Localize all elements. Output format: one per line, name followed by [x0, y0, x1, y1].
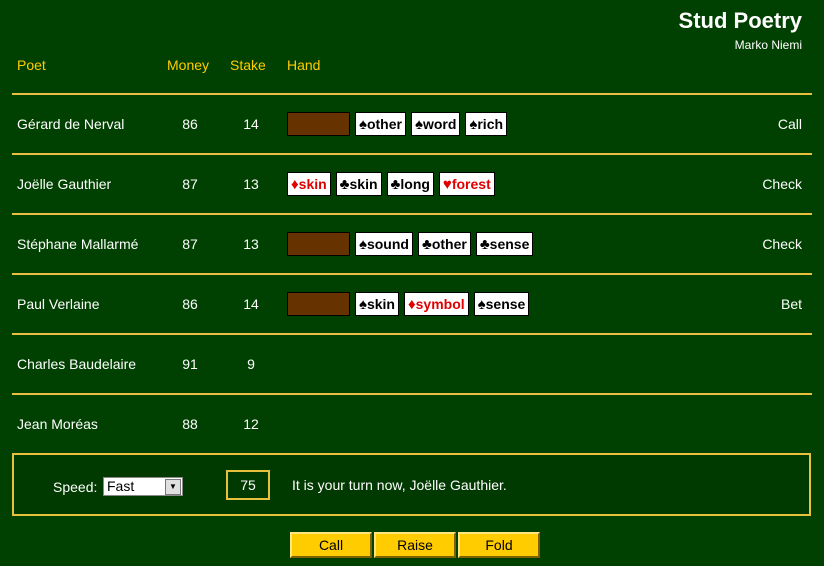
- face-down-card: [287, 292, 350, 316]
- face-down-card: [287, 112, 350, 136]
- chevron-down-icon[interactable]: ▼: [165, 479, 181, 495]
- card-word: skin: [298, 176, 327, 192]
- player-hand: ♠skin ♦symbol ♠sense: [287, 292, 530, 316]
- player-stake: 9: [247, 356, 255, 372]
- suit-icon: ♠: [414, 116, 423, 133]
- player-money: 88: [182, 416, 198, 432]
- suit-icon: ♠: [477, 296, 486, 313]
- player-action: Bet: [780, 296, 802, 312]
- suit-icon: ♣: [479, 236, 490, 253]
- player-action: Call: [777, 116, 802, 132]
- player-name: Joëlle Gauthier: [17, 176, 112, 192]
- word-card: ♠other: [355, 112, 406, 136]
- player-hand: ♦skin ♣skin ♣long ♥forest: [287, 172, 495, 196]
- word-card: ♠sense: [473, 292, 530, 316]
- card-word: symbol: [415, 296, 465, 312]
- header-hand: Hand: [287, 57, 321, 73]
- card-word: sense: [485, 296, 526, 312]
- raise-button[interactable]: Raise: [374, 532, 456, 558]
- suit-icon: ♦: [407, 296, 416, 313]
- speed-select[interactable]: Fast ▼: [103, 477, 183, 496]
- word-card: ♣skin: [335, 172, 382, 196]
- app-title: Stud Poetry: [678, 8, 802, 33]
- player-row: Gérard de Nerval 86 14 ♠other ♠word ♠rich Call: [12, 93, 812, 153]
- player-money: 86: [182, 296, 198, 312]
- player-hand: ♠other ♠word ♠rich: [287, 112, 508, 136]
- suit-icon: ♣: [421, 236, 432, 253]
- player-stake: 14: [243, 296, 259, 312]
- player-money: 87: [182, 236, 198, 252]
- card-word: other: [366, 116, 402, 132]
- card-word: long: [400, 176, 430, 192]
- player-row: Stéphane Mallarmé 87 13 ♠sound ♣other ♣sense C…: [12, 213, 812, 273]
- fold-button[interactable]: Fold: [458, 532, 540, 558]
- player-money: 86: [182, 116, 198, 132]
- word-card: ♣long: [386, 172, 434, 196]
- player-name: Jean Moréas: [17, 416, 98, 432]
- word-card: ♣other: [417, 232, 471, 256]
- face-down-card: [287, 232, 350, 256]
- player-row: Joëlle Gauthier 87 13 ♦skin ♣skin ♣long ♥fores…: [12, 153, 812, 213]
- call-button[interactable]: Call: [290, 532, 372, 558]
- suit-icon: ♦: [291, 176, 299, 193]
- player-action: Check: [762, 236, 802, 252]
- status-message: It is your turn now, Joëlle Gauthier.: [292, 477, 507, 493]
- header-stake: Stake: [230, 57, 266, 73]
- card-word: word: [422, 116, 457, 132]
- player-action: Check: [762, 176, 802, 192]
- card-word: skin: [366, 296, 395, 312]
- card-word: sense: [489, 236, 530, 252]
- player-money: 91: [182, 356, 198, 372]
- player-hand: ♠sound ♣other ♣sense: [287, 232, 534, 256]
- player-row: Paul Verlaine 86 14 ♠skin ♦symbol ♠sense Bet: [12, 273, 812, 333]
- player-row: Charles Baudelaire 91 9: [12, 333, 812, 393]
- player-name: Paul Verlaine: [17, 296, 100, 312]
- header-poet: Poet: [17, 57, 46, 73]
- control-panel: Speed: Fast ▼ 75 It is your turn now, Jo…: [12, 453, 811, 516]
- word-card: ♣sense: [475, 232, 534, 256]
- suit-icon: ♠: [359, 296, 367, 313]
- suit-icon: ♣: [390, 176, 401, 193]
- card-word: forest: [451, 176, 491, 192]
- word-card: ♠word: [410, 112, 461, 136]
- player-name: Charles Baudelaire: [17, 356, 137, 372]
- speed-label: Speed:: [53, 479, 98, 495]
- word-card: ♠sound: [355, 232, 413, 256]
- suit-icon: ♣: [339, 176, 350, 193]
- player-row: Jean Moréas 88 12: [12, 393, 812, 453]
- player-name: Gérard de Nerval: [17, 116, 125, 132]
- suit-icon: ♠: [359, 116, 367, 133]
- speed-value: Fast: [107, 478, 135, 494]
- pot-display: 75: [226, 470, 270, 500]
- player-stake: 12: [243, 416, 259, 432]
- card-word: rich: [477, 116, 504, 132]
- suit-icon: ♠: [359, 236, 367, 253]
- card-word: sound: [366, 236, 409, 252]
- header-money: Money: [167, 57, 210, 73]
- card-word: skin: [349, 176, 378, 192]
- author-name: Marko Niemi: [734, 38, 802, 52]
- card-word: other: [431, 236, 467, 252]
- player-name: Stéphane Mallarmé: [17, 236, 139, 252]
- word-card: ♠skin: [355, 292, 399, 316]
- player-stake: 14: [243, 116, 259, 132]
- word-card: ♦symbol: [403, 292, 469, 316]
- word-card: ♥forest: [438, 172, 495, 196]
- player-money: 87: [182, 176, 198, 192]
- suit-icon: ♥: [442, 176, 452, 193]
- player-stake: 13: [243, 236, 259, 252]
- word-card: ♦skin: [287, 172, 331, 196]
- word-card: ♠rich: [465, 112, 508, 136]
- player-stake: 13: [243, 176, 259, 192]
